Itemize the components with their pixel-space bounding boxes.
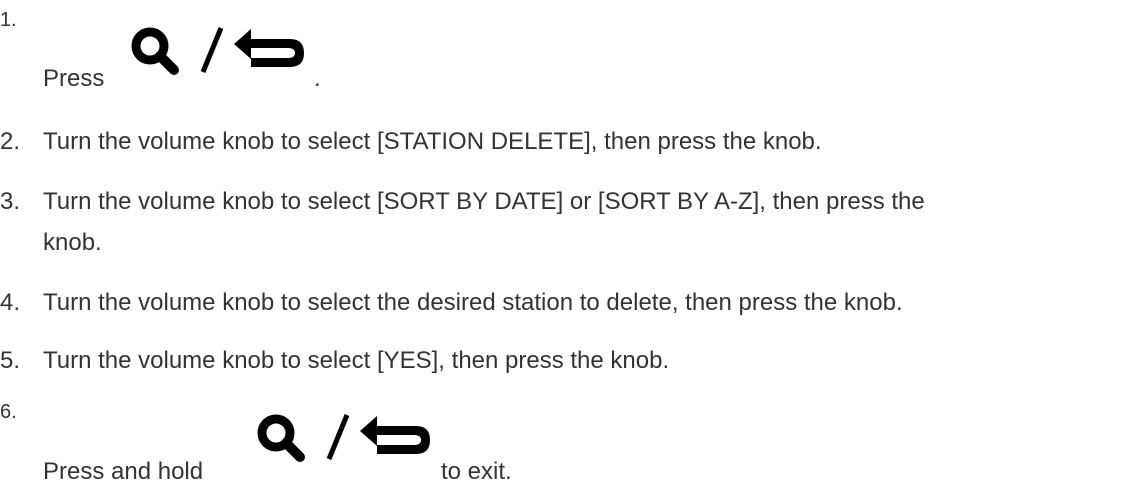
step-3: 3. Turn the volume knob to select [SORT … (0, 181, 925, 263)
search-back-icon (244, 397, 440, 491)
step-number: 6. (0, 401, 17, 423)
step-text: Turn the volume knob to select [YES], th… (43, 347, 670, 374)
search-back-icon (118, 10, 314, 104)
step-text-line2: knob. (43, 229, 102, 256)
step-text: Turn the volume knob to select [STATION … (43, 128, 822, 155)
step-text: Turn the volume knob to select the desir… (43, 289, 903, 316)
step-2: 2. Turn the volume knob to select [STATI… (0, 121, 822, 162)
step-number: 4. (0, 289, 21, 316)
step-suffix: to exit. (441, 458, 512, 485)
step-text: Press (43, 65, 105, 92)
step-5: 5. Turn the volume knob to select [YES],… (0, 340, 670, 381)
step-number: 3. (0, 188, 21, 215)
step-number: 1. (0, 9, 17, 31)
step-suffix: . (314, 65, 321, 92)
step-number: 5. (0, 347, 21, 374)
step-number: 2. (0, 128, 21, 155)
step-4: 4. Turn the volume knob to select the de… (0, 282, 903, 323)
step-text-line1: Turn the volume knob to select [SORT BY … (43, 188, 925, 215)
step-text: Press and hold (43, 458, 204, 485)
